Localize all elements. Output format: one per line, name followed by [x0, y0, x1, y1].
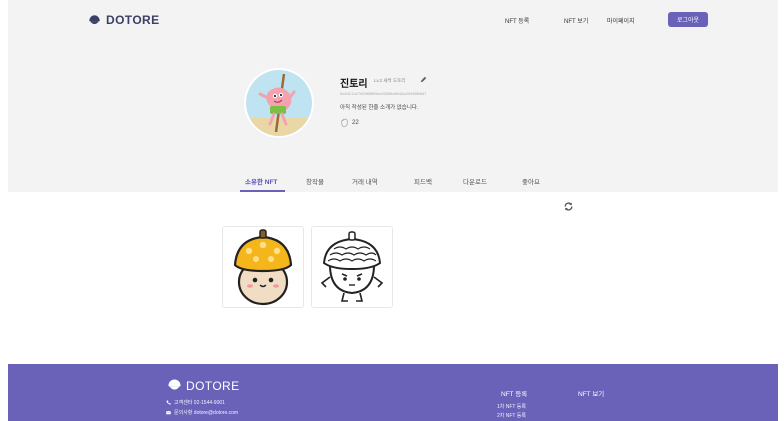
sketch-acorn-image [320, 231, 384, 302]
active-tab-indicator [240, 190, 285, 192]
avatar-image [246, 70, 312, 136]
footer-first-nft-register[interactable]: 1차 NFT 등록 [497, 403, 526, 410]
nft-card[interactable] [311, 226, 393, 308]
logo-text: DOTORE [106, 13, 160, 27]
tab-owned-nft[interactable]: 소유한 NFT [245, 176, 277, 186]
footer-nft-register[interactable]: NFT 등록 [501, 388, 527, 398]
nft-card[interactable] [222, 226, 304, 308]
nav-nft-register[interactable]: NFT 등록 [505, 16, 529, 25]
profile-name: 진토리 [340, 79, 368, 90]
avatar [246, 70, 312, 136]
tab-creations[interactable]: 창작물 [306, 176, 324, 186]
yellow-acorn-image [233, 229, 293, 306]
likes-count: 22 [352, 119, 359, 126]
footer-nft-view[interactable]: NFT 보기 [578, 388, 604, 398]
footer-phone: 고객센터 02-1544-9001 [166, 399, 225, 406]
nav-mypage[interactable]: 마이페이지 [607, 16, 635, 25]
acorn-logo-icon [168, 379, 181, 390]
edit-pencil-icon[interactable] [420, 76, 427, 83]
profile-bio: 아직 작성된 한줄 소개가 없습니다. [340, 105, 419, 111]
tab-transactions[interactable]: 거래 내역 [352, 176, 378, 186]
tab-downloads[interactable]: 다운로드 [463, 176, 487, 186]
refresh-icon[interactable] [563, 201, 574, 212]
acorn-logo-icon [89, 14, 100, 24]
phone-icon [166, 400, 171, 405]
footer-email: 문의사항 dotore@dotore.com [166, 409, 238, 416]
nav-nft-view[interactable]: NFT 보기 [564, 16, 588, 25]
logout-button[interactable]: 로그아웃 [668, 12, 708, 27]
mail-icon [166, 410, 171, 415]
logo[interactable]: DOTORE [88, 13, 160, 27]
profile-level: Lv.2 새싹 도토리 [374, 78, 406, 83]
profile-section: 진토리 Lv.2 새싹 도토리 0x4dCCa71f2980fff9Ac0639… [8, 44, 778, 192]
wallet-address: 0x4dCCa71f2980fff9Ac06396a994Ac29490B647 [340, 91, 427, 96]
top-navbar: DOTORE NFT 등록 NFT 보기 마이페이지 로그아웃 [8, 0, 778, 44]
footer-logo: DOTORE [167, 378, 240, 393]
page: DOTORE NFT 등록 NFT 보기 마이페이지 로그아웃 진토리 Lv.2… [8, 0, 778, 421]
footer: DOTORE 고객센터 02-1544-9001 문의사항 dotore@dot… [8, 364, 778, 421]
hand-icon [341, 118, 348, 127]
profile-likes: 22 [340, 118, 359, 127]
tab-likes[interactable]: 좋아요 [522, 176, 540, 186]
footer-second-nft-register[interactable]: 2차 NFT 등록 [497, 412, 526, 419]
footer-logo-text: DOTORE [186, 378, 240, 393]
tab-feedback[interactable]: 피드백 [414, 176, 432, 186]
